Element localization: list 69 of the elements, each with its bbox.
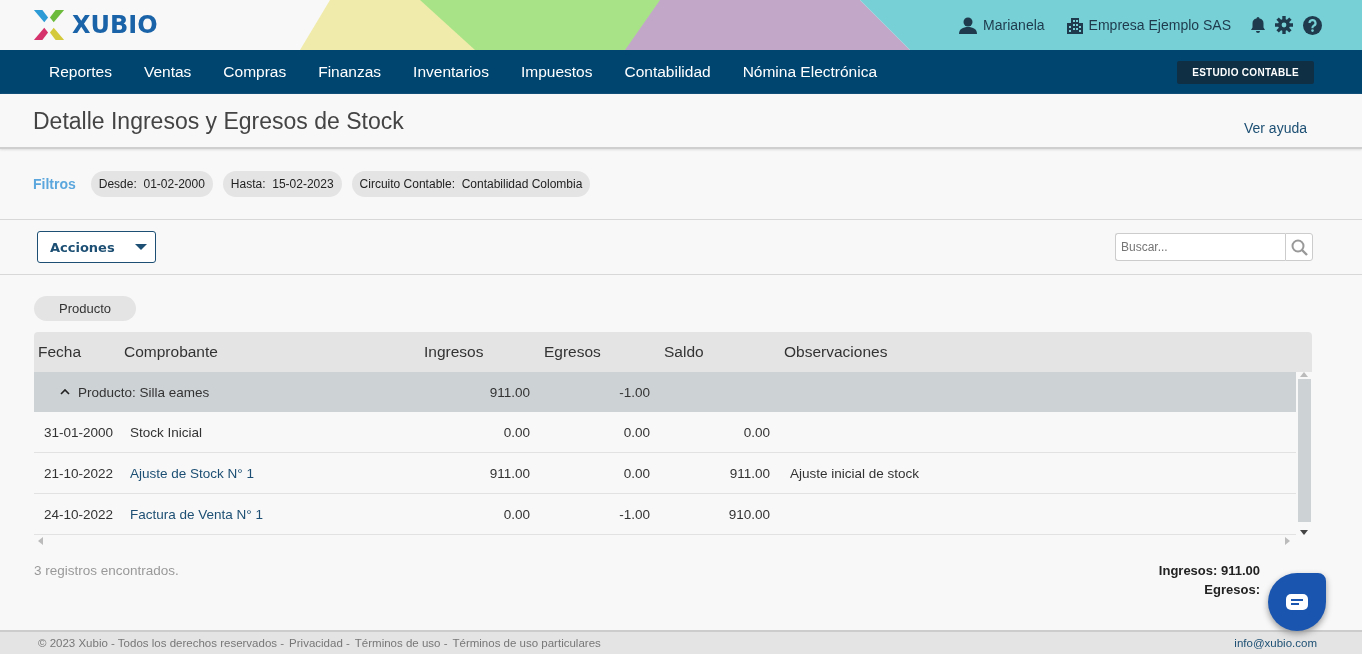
studio-button[interactable]: ESTUDIO CONTABLE [1177,60,1314,84]
chat-icon [1286,594,1308,610]
column-header[interactable]: Ingresos [420,343,540,361]
table-cell-text: 0.00 [742,424,771,440]
email-link[interactable]: info@xubio.com [1234,637,1317,649]
total-text: Ingresos: 911.00 [1158,563,1260,578]
table-cell-text: 910.00 [727,506,771,522]
bell-icon[interactable] [1251,17,1265,33]
nav-menu-item[interactable]: Contabilidad [608,63,727,81]
footer-link[interactable]: Privacidad - [289,637,350,649]
chevron-up-icon[interactable] [60,388,70,396]
filter-chip[interactable]: Hasta: 15-02-2023 [222,171,342,197]
nav-menu-item[interactable]: Nómina Electrónica [726,63,894,81]
company-name[interactable]: Empresa Ejemplo SAS [1088,17,1231,33]
table-cell-text: 0.00 [622,424,651,440]
copyright-text: © 2023 Xubio - Todos los derechos reservados - [38,637,285,649]
logo-text: XUBIO [72,11,158,39]
nav-menu-item[interactable]: Inventarios [397,63,505,81]
total-text: Egresos: [1204,582,1260,597]
record-count: 3 registros encontrados. [34,563,179,580]
table-cell-text: 911.00 [728,465,771,481]
filter-chip[interactable]: Desde: 01-02-2000 [90,171,213,197]
table-cell-text: 911.00 [488,465,531,481]
footer-link[interactable]: Términos de uso - [354,637,448,649]
table-cell-text: 911.00 [488,384,531,400]
vertical-scrollbar[interactable] [1296,372,1312,535]
column-header[interactable]: Comprobante [120,343,420,361]
table-cell-text: -1.00 [618,384,651,400]
help-link[interactable]: Ver ayuda [1243,120,1307,136]
nav-menu-item[interactable]: Reportes [33,63,128,81]
chat-button[interactable] [1268,573,1326,631]
logo-icon [32,8,66,42]
building-icon [1064,16,1083,34]
nav-menu-item[interactable]: Impuestos [504,63,609,81]
user-icon [959,16,978,34]
scroll-down-icon[interactable] [1300,530,1308,535]
nav-menu-item[interactable]: Compras [207,63,303,81]
search-icon [1290,238,1308,256]
table-cell-text: -1.00 [618,506,651,522]
column-header[interactable]: Observaciones [780,343,1312,361]
search-button[interactable] [1285,233,1313,261]
table-cell-text: 0.00 [502,506,531,522]
table-cell-text: 0.00 [622,465,651,481]
search-field[interactable]: Buscar... [1115,233,1285,261]
page-title: Detalle Ingresos y Egresos de Stock [33,108,404,136]
user-name[interactable]: Marianela [983,17,1045,33]
settings-icon[interactable] [1275,16,1293,34]
table-cell-text: Stock Inicial [129,424,204,440]
nav-menu-item[interactable]: Ventas [127,63,208,81]
group-label: Producto: Silla eames [78,384,210,400]
voucher-link[interactable]: Factura de Venta N° 1 [120,506,420,522]
footer-link[interactable]: Términos de uso particulares [452,637,601,649]
table-cell-text: 24-10-2022 [43,506,115,522]
table-cell-text: Ajuste inicial de stock [789,465,921,481]
help-icon[interactable] [1303,15,1322,35]
table-cell-text: 31-01-2000 [43,424,115,440]
actions-dropdown-button[interactable]: Acciones [37,231,156,263]
nav-menu-item[interactable]: Finanzas [302,63,398,81]
column-header[interactable]: Saldo [660,343,780,361]
filters-label: Filtros [33,176,76,192]
group-row[interactable]: Producto: Silla eames 911.00 -1.00 [34,372,1296,412]
column-header[interactable]: Fecha [34,343,120,361]
table-cell-text: 0.00 [502,424,531,440]
voucher-link[interactable]: Ajuste de Stock N° 1 [120,465,420,481]
group-by-chip[interactable]: Producto [34,296,137,321]
column-header[interactable]: Egresos [540,343,660,361]
table-cell-text: 21-10-2022 [43,465,115,481]
filter-chip[interactable]: Circuito Contable: Contabilidad Colombia [351,171,591,197]
caret-icon [134,244,147,250]
